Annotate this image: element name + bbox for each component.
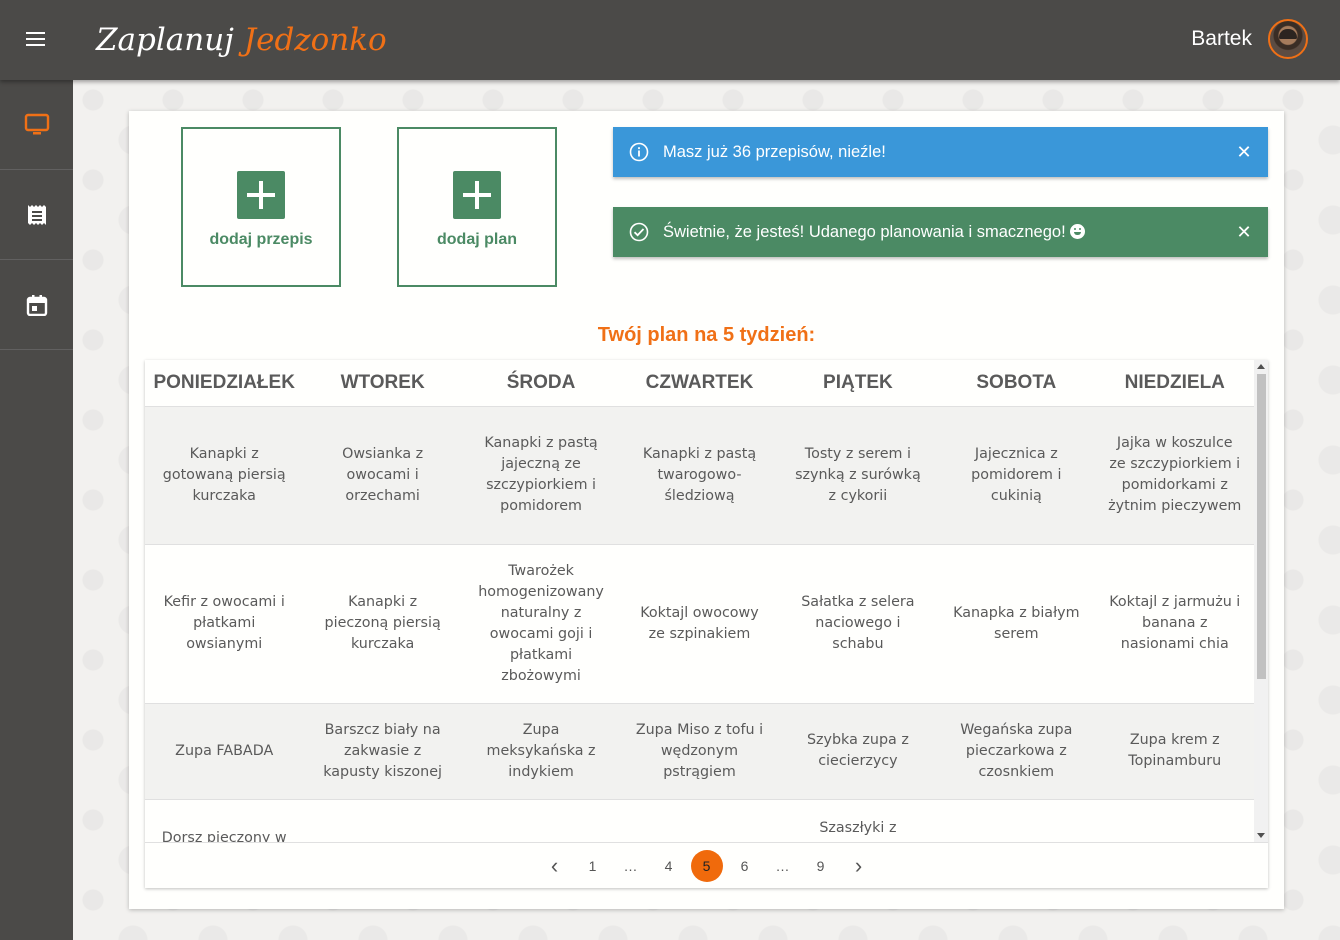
meal-cell[interactable]: Owsianka z owocami i orzechami bbox=[303, 406, 462, 545]
meal-cell[interactable]: Szaszłyki z bbox=[778, 799, 938, 842]
scroll-down-icon[interactable] bbox=[1257, 833, 1265, 838]
plan-table-container: PONIEDZIAŁEK WTOREK ŚRODA CZWARTEK PIĄTE… bbox=[145, 360, 1268, 888]
meal-cell[interactable]: Sałatka z selera naciowego i schabu bbox=[778, 544, 938, 704]
day-header-friday: PIĄTEK bbox=[778, 360, 938, 407]
table-scrollbar[interactable] bbox=[1254, 360, 1268, 842]
sidebar-item-plans[interactable] bbox=[0, 260, 73, 350]
next-page-button[interactable]: › bbox=[843, 850, 875, 882]
meal-cell[interactable]: Koktajl owocowy ze szpinakiem bbox=[620, 544, 779, 704]
meal-cell[interactable] bbox=[461, 799, 621, 842]
meal-cell[interactable]: Barszcz biały na zakwasie z kapusty kisz… bbox=[303, 703, 462, 800]
logo-text-jedzonko: Jedzonko bbox=[243, 22, 387, 58]
page-button-4[interactable]: 4 bbox=[653, 850, 685, 882]
success-alert-text: Świetnie, że jesteś! Udanego planowania … bbox=[663, 223, 1230, 242]
meal-cell[interactable] bbox=[1095, 799, 1254, 842]
top-bar: Zaplanuj Jedzonko Bartek bbox=[0, 0, 1340, 80]
plan-table-scroll[interactable]: PONIEDZIAŁEK WTOREK ŚRODA CZWARTEK PIĄTE… bbox=[145, 360, 1254, 842]
app-logo[interactable]: Zaplanuj Jedzonko bbox=[96, 12, 387, 68]
day-header-monday: PONIEDZIAŁEK bbox=[145, 360, 304, 407]
username[interactable]: Bartek bbox=[1191, 27, 1252, 51]
meal-cell[interactable]: Wegańska zupa pieczarkowa z czosnkiem bbox=[937, 703, 1096, 800]
day-header-sunday: NIEDZIELA bbox=[1095, 360, 1254, 407]
meal-cell[interactable]: Szybka zupa z ciecierzycy bbox=[778, 703, 938, 800]
table-header-row: PONIEDZIAŁEK WTOREK ŚRODA CZWARTEK PIĄTE… bbox=[145, 360, 1254, 407]
plus-icon bbox=[453, 171, 501, 219]
page-button-current[interactable]: 5 bbox=[690, 849, 723, 882]
meal-cell[interactable] bbox=[937, 799, 1096, 842]
meal-cell[interactable] bbox=[620, 799, 779, 842]
scroll-up-icon[interactable] bbox=[1257, 364, 1265, 369]
hamburger-menu-icon[interactable] bbox=[22, 28, 50, 52]
logo-text-zaplanuj: Zaplanuj bbox=[96, 22, 234, 58]
meal-cell[interactable]: Zupa meksykańska z indykiem bbox=[461, 703, 621, 800]
sidebar-item-dashboard[interactable] bbox=[0, 80, 73, 170]
sidebar-item-recipes[interactable] bbox=[0, 170, 73, 260]
info-alert: Masz już 36 przepisów, nieźle! ✕ bbox=[613, 127, 1268, 177]
avatar[interactable] bbox=[1268, 19, 1308, 59]
close-icon[interactable]: ✕ bbox=[1230, 138, 1258, 166]
meal-cell[interactable] bbox=[303, 799, 462, 842]
add-recipe-button[interactable]: dodaj przepis bbox=[181, 127, 341, 287]
meal-cell[interactable]: Kanapki z pastą twarogowo-śledziową bbox=[620, 406, 779, 545]
sidebar bbox=[0, 80, 73, 940]
meal-cell[interactable]: Kanapki z pastą jajeczną ze szczypiorkie… bbox=[461, 406, 621, 545]
meal-cell[interactable]: Kanapki z gotowaną piersią kurczaka bbox=[145, 406, 304, 545]
receipt-icon bbox=[27, 204, 46, 225]
meal-cell[interactable]: Kanapka z białym serem bbox=[937, 544, 1096, 704]
plus-icon bbox=[237, 171, 285, 219]
meal-cell[interactable]: Jajka w koszulce ze szczypiorkiem i pomi… bbox=[1095, 406, 1254, 545]
meal-cell[interactable]: Dorsz pieczony w bbox=[145, 799, 304, 842]
close-icon[interactable]: ✕ bbox=[1230, 218, 1258, 246]
table-row: Kanapki z gotowaną piersią kurczaka Owsi… bbox=[145, 406, 1254, 545]
meal-cell[interactable]: Twarożek homogenizowany naturalny z owoc… bbox=[461, 544, 621, 704]
meal-cell[interactable]: Jajecznica z pomidorem i cukinią bbox=[937, 406, 1096, 545]
page-ellipsis: … bbox=[775, 857, 790, 874]
day-header-thursday: CZWARTEK bbox=[620, 360, 779, 407]
page-button-1[interactable]: 1 bbox=[577, 850, 609, 882]
meal-cell[interactable]: Koktajl z jarmużu i banana z nasionami c… bbox=[1095, 544, 1254, 704]
page-ellipsis: … bbox=[623, 857, 638, 874]
table-row: Zupa FABADA Barszcz biały na zakwasie z … bbox=[145, 703, 1254, 800]
add-plan-button[interactable]: dodaj plan bbox=[397, 127, 557, 287]
day-header-wednesday: ŚRODA bbox=[461, 360, 621, 407]
check-circle-icon bbox=[629, 222, 649, 242]
dashboard-card: dodaj przepis dodaj plan Masz już 36 prz… bbox=[129, 111, 1284, 909]
plan-table: PONIEDZIAŁEK WTOREK ŚRODA CZWARTEK PIĄTE… bbox=[145, 360, 1254, 842]
day-header-saturday: SOBOTA bbox=[937, 360, 1096, 407]
info-alert-text: Masz już 36 przepisów, nieźle! bbox=[663, 142, 886, 161]
meal-cell[interactable]: Tosty z serem i szynką z surówką z cykor… bbox=[778, 406, 938, 545]
table-row: Kefir z owocami i płatkami owsianymi Kan… bbox=[145, 544, 1254, 704]
meal-cell[interactable]: Zupa krem z Topinamburu bbox=[1095, 703, 1254, 800]
info-icon bbox=[629, 142, 649, 162]
smiley-icon bbox=[1069, 223, 1085, 239]
add-recipe-label: dodaj przepis bbox=[209, 231, 313, 248]
table-row: Dorsz pieczony w Szaszłyki z bbox=[145, 799, 1254, 842]
plan-title: Twój plan na 5 tydzień: bbox=[597, 324, 816, 346]
pagination: ‹ 1 … 4 5 6 … 9 › bbox=[145, 842, 1268, 888]
meal-cell[interactable]: Kefir z owocami i płatkami owsianymi bbox=[145, 544, 304, 704]
success-alert: Świetnie, że jesteś! Udanego planowania … bbox=[613, 207, 1268, 257]
add-plan-label: dodaj plan bbox=[437, 231, 517, 248]
day-header-tuesday: WTOREK bbox=[303, 360, 462, 407]
calendar-icon bbox=[26, 294, 47, 316]
meal-cell[interactable]: Zupa FABADA bbox=[145, 703, 304, 800]
meal-cell[interactable]: Zupa Miso z tofu i wędzonym pstrągiem bbox=[620, 703, 779, 800]
meal-cell[interactable]: Kanapki z pieczoną piersią kurczaka bbox=[303, 544, 462, 704]
monitor-icon bbox=[24, 113, 49, 134]
page-button-9[interactable]: 9 bbox=[805, 850, 837, 882]
scrollbar-thumb[interactable] bbox=[1257, 374, 1266, 679]
page-button-6[interactable]: 6 bbox=[729, 850, 761, 882]
prev-page-button[interactable]: ‹ bbox=[539, 850, 571, 882]
